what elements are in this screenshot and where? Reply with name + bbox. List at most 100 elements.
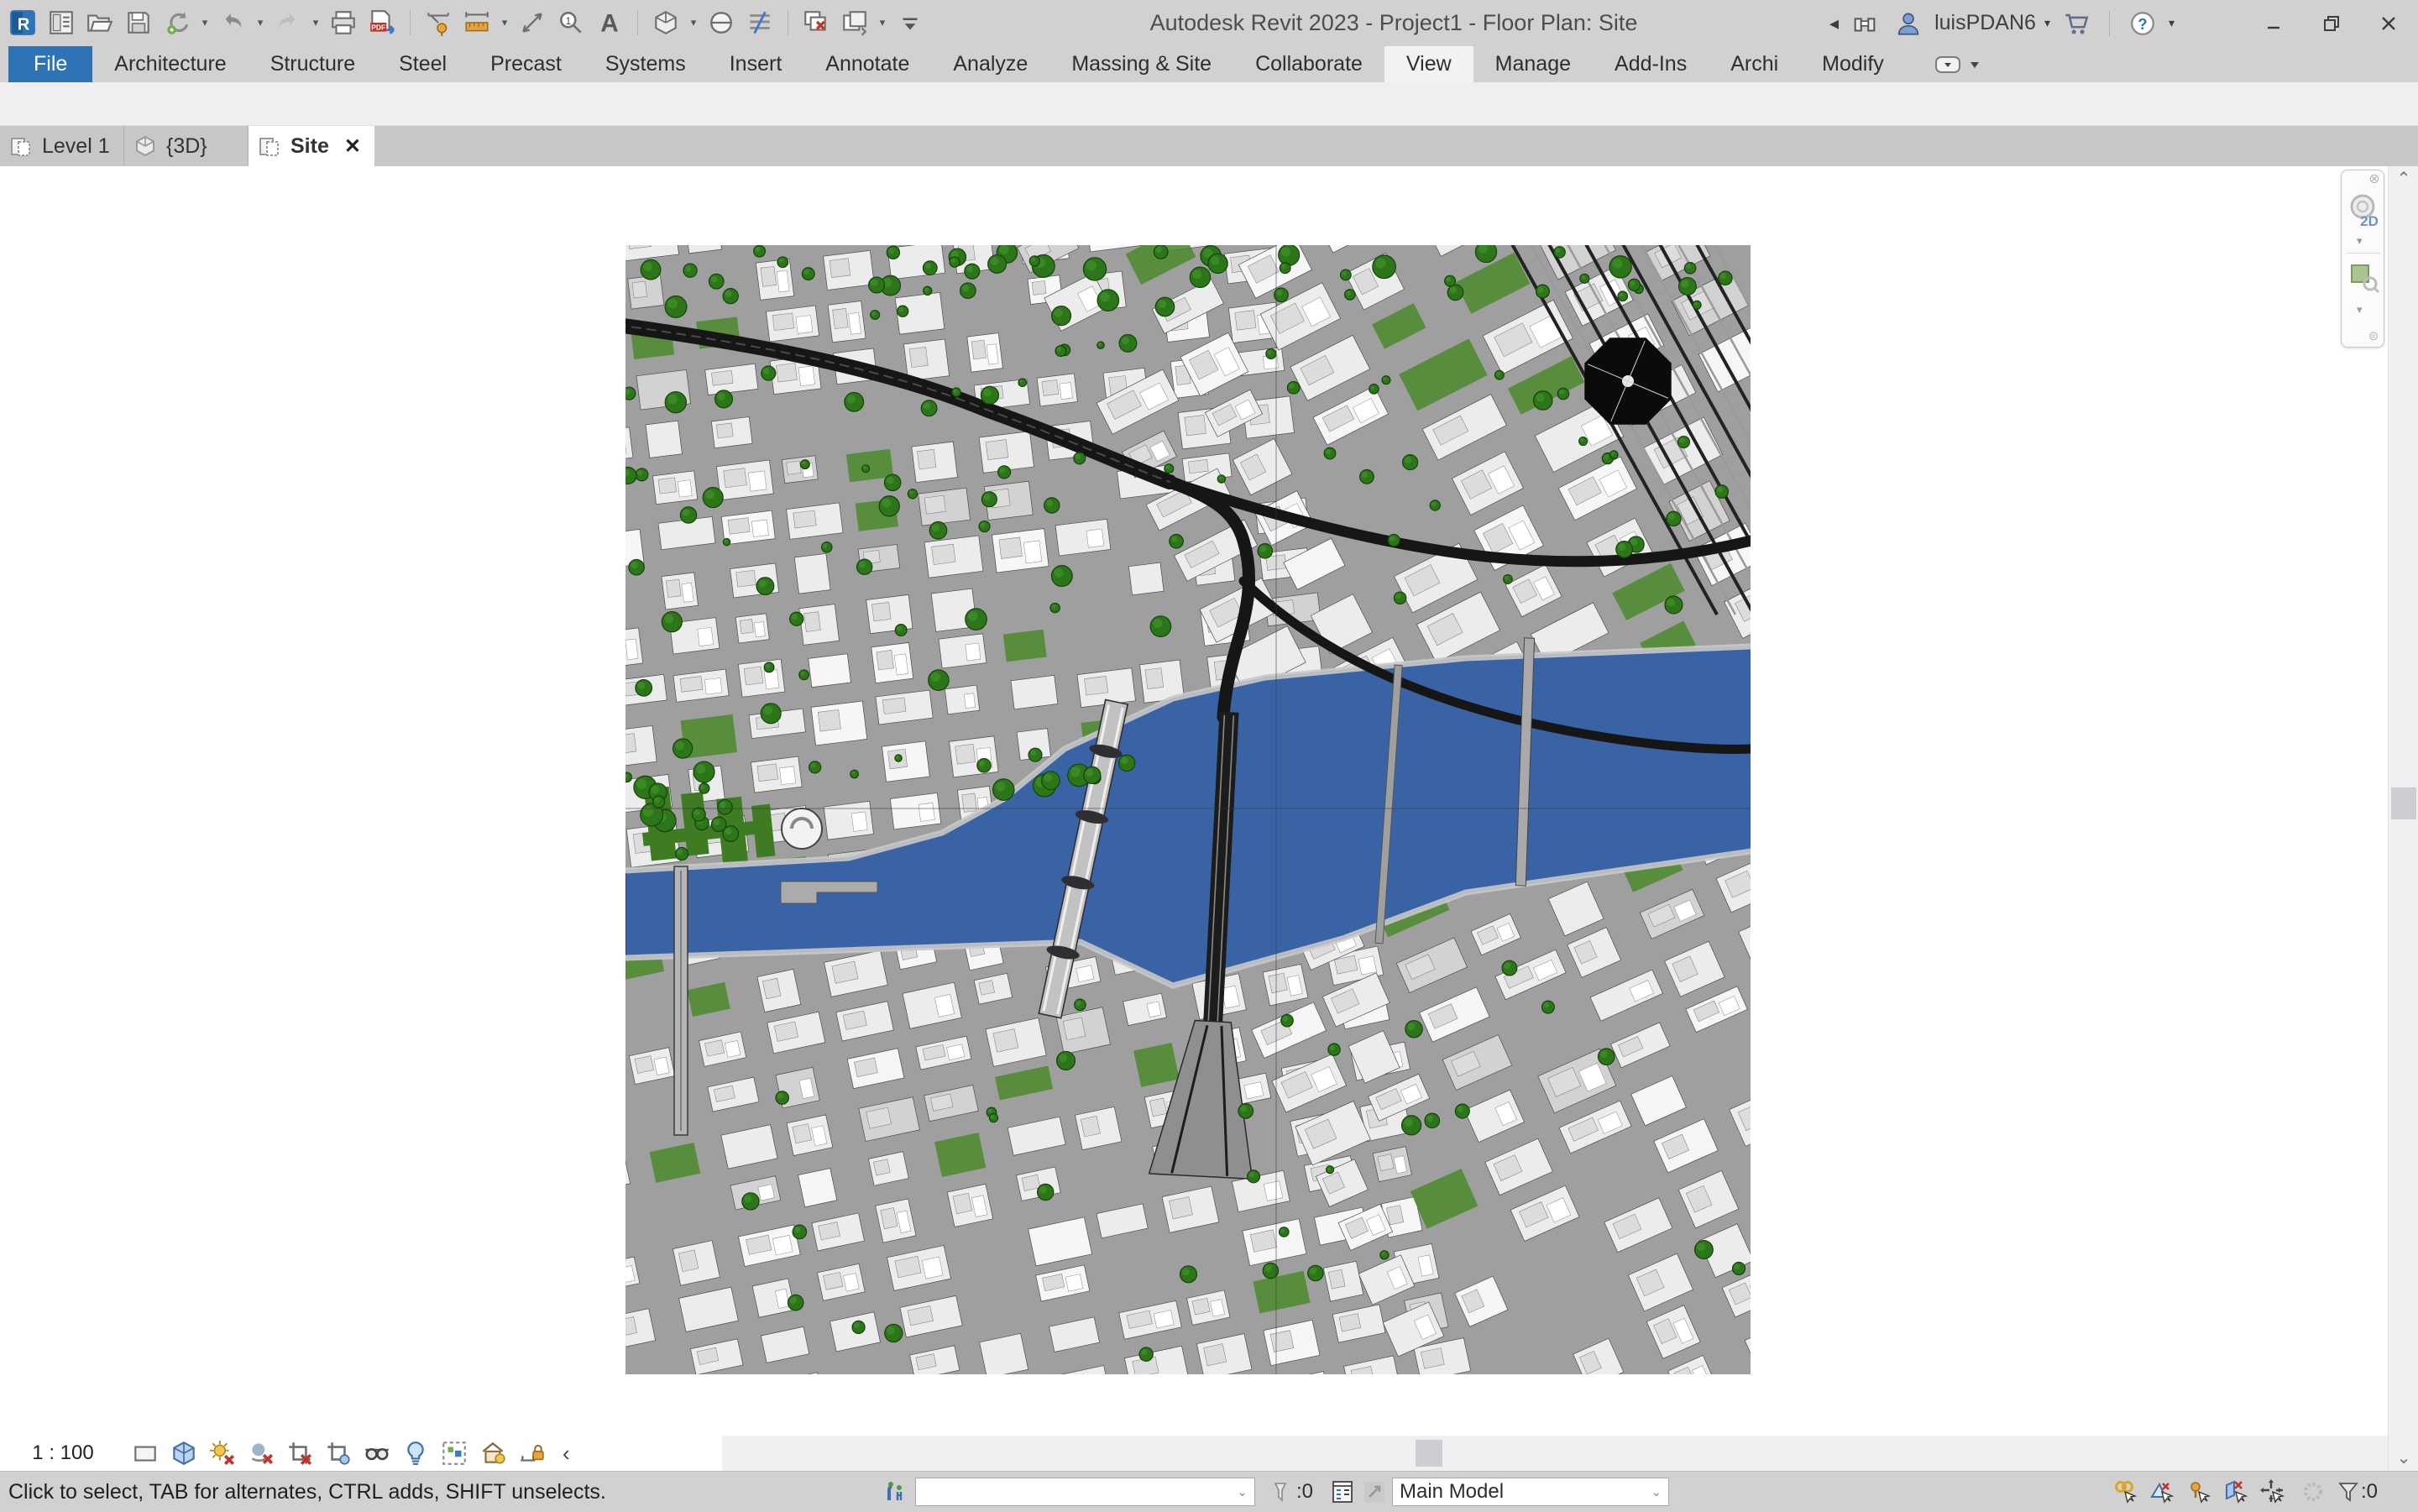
ribbon-tab-architecture[interactable]: Architecture [92, 46, 248, 82]
svg-text:2D: 2D [2360, 213, 2379, 229]
ribbon-tab-precast[interactable]: Precast [468, 46, 584, 82]
show-crop-region-icon[interactable] [319, 1437, 358, 1469]
text-icon[interactable]: A [592, 5, 627, 40]
redo-icon[interactable] [270, 5, 306, 40]
reveal-hidden-elements-icon[interactable] [396, 1437, 435, 1469]
customize-qat-icon[interactable] [892, 5, 928, 40]
drawing-area[interactable] [0, 166, 2388, 1436]
modify-pin-icon[interactable] [421, 5, 456, 40]
revit-logo-icon[interactable]: R [5, 5, 40, 40]
aligned-dimension-icon[interactable] [459, 5, 495, 40]
steering-wheel-2d-icon[interactable]: 2D [2347, 192, 2380, 229]
user-avatar-icon[interactable] [1891, 6, 1926, 41]
editing-requests-icon[interactable] [1264, 1477, 1296, 1507]
select-underlay-elements-icon[interactable] [2146, 1477, 2178, 1507]
aligned-dimension-caret-icon[interactable]: ▾ [498, 5, 511, 40]
temporary-hide-isolate-icon[interactable] [358, 1437, 396, 1469]
navbar-options-icon[interactable]: ⊜ [2366, 329, 2381, 344]
view-tab-site[interactable]: Site✕ [249, 126, 374, 166]
ribbon-tab-modify[interactable]: Modify [1800, 46, 1906, 82]
3d-view-icon [133, 133, 158, 159]
navbar-close-icon[interactable]: ⊗ [2367, 172, 2382, 187]
zoom-tool-icon[interactable] [2348, 261, 2380, 295]
switch-windows-caret-icon[interactable]: ▾ [876, 5, 889, 40]
open-icon[interactable] [82, 5, 118, 40]
close-view-tab-icon[interactable]: ✕ [339, 134, 366, 159]
worksharing-display-icon[interactable] [435, 1437, 474, 1469]
ribbon-tab-structure[interactable]: Structure [249, 46, 377, 82]
scroll-down-icon[interactable]: ⌄ [2389, 1446, 2418, 1471]
drag-elements-on-selection-icon[interactable] [2257, 1477, 2289, 1507]
vcb-expand-icon[interactable]: ‹ [563, 1441, 570, 1467]
view-tab-level1[interactable]: Level 1 [0, 126, 124, 166]
help-menu-caret-icon[interactable]: ▾ [2169, 16, 2175, 30]
search-icon[interactable] [1847, 6, 1882, 41]
ribbon-tab-view[interactable]: View [1384, 46, 1473, 82]
select-elements-by-face-icon[interactable] [2220, 1477, 2252, 1507]
reveal-constraints-icon[interactable] [512, 1437, 551, 1469]
view-tab-3d[interactable]: {3D} [124, 126, 249, 166]
ribbon-tab-systems[interactable]: Systems [584, 46, 708, 82]
visual-style-icon[interactable] [165, 1437, 203, 1469]
crop-view-off-icon[interactable] [280, 1437, 319, 1469]
horizontal-scrollbar[interactable] [722, 1436, 2388, 1471]
ribbon-state-toggle[interactable] [1934, 46, 1980, 82]
app-store-cart-icon[interactable] [2059, 6, 2094, 41]
print-icon[interactable] [326, 5, 361, 40]
user-menu-caret-icon[interactable]: ▾ [2044, 16, 2050, 30]
undo-caret-icon[interactable]: ▾ [254, 5, 267, 40]
ribbon-tab-insert[interactable]: Insert [708, 46, 804, 82]
minimize-button[interactable] [2250, 0, 2299, 46]
tag-by-category-icon[interactable]: 1 [553, 5, 589, 40]
ribbon-tab-archi[interactable]: Archi [1709, 46, 1800, 82]
ribbon-tab-analyze[interactable]: Analyze [931, 46, 1049, 82]
active-workset-select[interactable]: ⌄ [915, 1478, 1255, 1506]
close-button[interactable] [2364, 0, 2413, 46]
ribbon-tab-add-ins[interactable]: Add-Ins [1593, 46, 1709, 82]
horizontal-scrollbar-thumb[interactable] [1416, 1440, 1442, 1467]
collapse-arrow-icon[interactable]: ◂ [1829, 13, 1839, 34]
select-pinned-elements-icon[interactable] [2183, 1477, 2215, 1507]
svg-text:?: ? [2138, 15, 2147, 33]
vertical-scrollbar-thumb[interactable] [2391, 787, 2416, 819]
default-3d-view-caret-icon[interactable]: ▾ [687, 5, 700, 40]
export-pdf-icon[interactable]: PDF [364, 5, 400, 40]
thin-lines-icon[interactable] [742, 5, 777, 40]
detail-level-icon[interactable] [126, 1437, 165, 1469]
sun-path-off-icon[interactable] [203, 1437, 242, 1469]
undo-icon[interactable] [215, 5, 250, 40]
restore-button[interactable] [2307, 0, 2356, 46]
ribbon-tab-manage[interactable]: Manage [1473, 46, 1593, 82]
ribbon-tab-annotate[interactable]: Annotate [803, 46, 931, 82]
ribbon-tab-massing-site[interactable]: Massing & Site [1049, 46, 1233, 82]
sync-with-central-icon[interactable] [160, 5, 195, 40]
default-3d-view-icon[interactable] [648, 5, 683, 40]
scroll-up-icon[interactable]: ⌃ [2389, 166, 2418, 191]
wheel-menu-caret-icon[interactable]: ▾ [2357, 234, 2363, 248]
section-icon[interactable] [704, 5, 739, 40]
shadows-off-icon[interactable] [242, 1437, 280, 1469]
selection-filter-icon[interactable] [2332, 1477, 2364, 1507]
zoom-menu-caret-icon[interactable]: ▾ [2357, 303, 2363, 317]
file-menu-icon[interactable] [44, 5, 79, 40]
design-options-icon[interactable] [1327, 1477, 1358, 1507]
close-inactive-windows-icon[interactable] [798, 5, 834, 40]
ribbon-tab-collaborate[interactable]: Collaborate [1233, 46, 1384, 82]
view-scale-button[interactable]: 1 : 100 [0, 1441, 126, 1465]
sync-with-central-caret-icon[interactable]: ▾ [198, 5, 212, 40]
switch-windows-icon[interactable] [837, 5, 872, 40]
ribbon-tab-steel[interactable]: Steel [377, 46, 468, 82]
help-icon[interactable]: ? [2125, 6, 2160, 41]
temporary-view-properties-icon[interactable] [474, 1437, 512, 1469]
redo-caret-icon[interactable]: ▾ [309, 5, 322, 40]
vertical-scrollbar[interactable]: ⌃ ⌄ [2388, 166, 2418, 1471]
ribbon-collapsed-panel [0, 82, 2418, 126]
worksets-icon[interactable] [880, 1477, 912, 1507]
file-tab[interactable]: File [8, 46, 92, 82]
signed-in-user[interactable]: luisPDAN6 [1934, 11, 2036, 35]
design-option-select[interactable]: Main Model⌄ [1392, 1478, 1669, 1506]
save-icon[interactable] [121, 5, 156, 40]
select-links-icon[interactable] [2109, 1477, 2141, 1507]
measure-icon[interactable] [515, 5, 550, 40]
status-hint-text: Click to select, TAB for alternates, CTR… [8, 1472, 606, 1512]
